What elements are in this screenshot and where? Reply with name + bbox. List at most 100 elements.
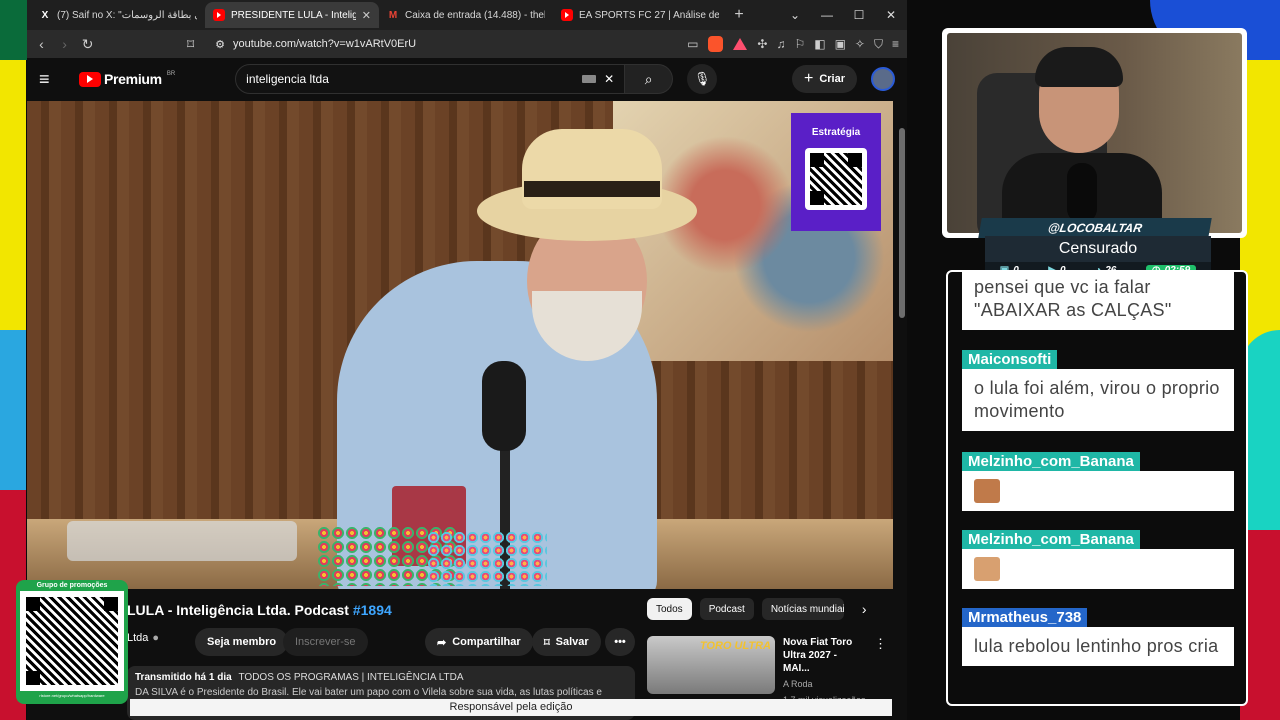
close-window-icon[interactable]: ✕ [875, 8, 907, 22]
bg-stripe [0, 60, 26, 330]
bookmark-icon: ⌑ [544, 636, 550, 649]
more-actions-button[interactable]: ••• [605, 628, 635, 656]
forward-icon[interactable]: › [58, 36, 71, 52]
youtube-page: ≡ Premium BR inteligencia ltda ✕ ⌕ 🎙 + C… [27, 58, 907, 720]
extensions-icon[interactable]: ✣ [757, 37, 767, 52]
verified-icon: ● [152, 632, 160, 644]
video-thumbnail[interactable]: TORO ULTRA [647, 636, 775, 694]
more-vert-icon[interactable]: ⋮ [874, 636, 887, 700]
chat-message: pensei que vc ia falar "ABAIXAR as CALÇA… [962, 272, 1234, 330]
webcam-feed [947, 33, 1242, 233]
hamburger-menu-icon[interactable]: ≡ [39, 69, 69, 90]
sidebar-icon[interactable]: ◧ [814, 37, 825, 52]
chat-message: Maiconsofti o lula foi além, virou o pro… [962, 350, 1234, 431]
save-button[interactable]: ⌑ Salvar [532, 628, 601, 656]
brave-shields-icon[interactable] [708, 36, 724, 52]
search-box[interactable]: inteligencia ltda ✕ [235, 64, 626, 94]
webcam-microphone [1067, 163, 1097, 223]
emote-icon [974, 557, 1000, 581]
bg-stripe [0, 330, 26, 490]
leo-icon[interactable]: ✧ [855, 37, 865, 52]
recommended-title[interactable]: Nova Fiat Toro Ultra 2027 - MAI... [783, 636, 866, 675]
menu-icon[interactable]: ≡ [892, 37, 899, 52]
video-frame-hat [522, 129, 662, 209]
chip-world-news[interactable]: Notícias mundiais [761, 598, 844, 620]
chat-text [962, 471, 1234, 511]
site-info-icon[interactable]: ⚙ [215, 38, 225, 51]
description-meta: Transmitido há 1 dia TODOS OS PROGRAMAS … [135, 672, 627, 683]
video-player[interactable]: Estratégia [27, 101, 893, 589]
vpn-icon[interactable]: ⛉ [874, 37, 883, 52]
reload-icon[interactable]: ↻ [81, 36, 94, 53]
join-button[interactable]: Seja membro [195, 628, 289, 656]
youtube-logo-icon [79, 71, 101, 87]
group-url: rlstore.net/grupo/whatsapp/hardware [39, 693, 105, 698]
brave-rewards-icon[interactable] [733, 38, 748, 50]
sponsor-brand: Estratégia [811, 127, 861, 138]
chip-all[interactable]: Todos [647, 598, 692, 620]
back-icon[interactable]: ‹ [35, 36, 48, 52]
video-frame-microphone [482, 361, 526, 451]
chat-message: Melzinho_com_Banana [962, 530, 1234, 589]
join-label: Seja membro [207, 636, 277, 648]
chat-text: o lula foi além, virou o proprio movimen… [962, 369, 1234, 431]
chat-message: Melzinho_com_Banana [962, 452, 1234, 511]
cast-icon[interactable]: ▭ [687, 37, 698, 51]
region-code: BR [166, 71, 176, 77]
bookmark-icon[interactable]: ⌑ [184, 36, 197, 53]
clear-search-icon[interactable]: ✕ [604, 72, 614, 86]
qr-code [805, 148, 867, 210]
wallet-icon[interactable]: ▣ [835, 37, 846, 52]
chevron-right-icon[interactable]: › [862, 601, 867, 617]
video-frame-hat-band [524, 181, 660, 197]
chip-podcast[interactable]: Podcast [699, 598, 754, 620]
webcam-streamer-hair [1035, 47, 1123, 87]
tab-gmail[interactable]: M Caixa de entrada (14.488) - thebaltar@… [379, 2, 553, 28]
channel-name[interactable]: Ltda ● [127, 632, 159, 644]
tab-youtube-fc[interactable]: EA SPORTS FC 27 | Análise detalhada da C… [553, 2, 727, 28]
address-bar[interactable]: ⚙ youtube.com/watch?v=w1vARtV0ErU [207, 33, 677, 55]
tab-x[interactable]: X (7) Saif no X: "روسي اشترى بطاقة الروس… [31, 2, 205, 28]
youtube-premium-logo[interactable]: Premium BR [79, 71, 175, 87]
video-hashtag[interactable]: #1894 [353, 602, 392, 618]
minimize-icon[interactable]: — [811, 8, 843, 22]
webcam-frame [942, 28, 1247, 238]
stream-date: Transmitido há 1 dia [135, 672, 232, 683]
recommendation-chips: Todos Podcast Notícias mundiais › [647, 598, 867, 620]
create-button[interactable]: + Criar [791, 65, 857, 93]
chat-text [962, 549, 1234, 589]
thumbnail-text: TORO ULTRA [699, 640, 771, 652]
qr-code [20, 591, 124, 691]
new-tab-icon[interactable]: + [727, 6, 751, 24]
video-frame-jar [67, 521, 297, 561]
voice-search-button[interactable]: 🎙 [687, 64, 718, 94]
browser-window: X (7) Saif no X: "روسي اشترى بطاقة الروس… [27, 0, 907, 720]
logo-text: Premium [104, 71, 162, 87]
search-input[interactable]: inteligencia ltda [246, 72, 574, 86]
chat-username: Melzinho_com_Banana [962, 452, 1140, 471]
browser-toolbar: ‹ › ↻ ⌑ ⚙ youtube.com/watch?v=w1vARtV0Er… [27, 30, 907, 58]
share-button[interactable]: ➦ Compartilhar [425, 628, 533, 656]
tab-title: (7) Saif no X: "روسي اشترى بطاقة الروسما… [57, 9, 197, 21]
media-icon[interactable]: ♫ [776, 37, 785, 52]
recommended-channel[interactable]: A Roda [783, 679, 866, 689]
close-tab-icon[interactable]: ✕ [362, 9, 371, 22]
search-button[interactable]: ⌕ [625, 64, 674, 94]
maximize-icon[interactable]: ☐ [843, 8, 875, 22]
page-scrollbar[interactable] [899, 128, 905, 318]
avatar[interactable] [871, 67, 895, 91]
chat-username: Melzinho_com_Banana [962, 530, 1140, 549]
tab-title: EA SPORTS FC 27 | Análise detalhada da C… [579, 9, 719, 21]
sponsor-qr-card[interactable]: Estratégia [791, 113, 881, 231]
subscribe-button[interactable]: Inscrever-se [283, 628, 368, 656]
share-icon: ➦ [437, 636, 447, 649]
subscribe-label: Inscrever-se [295, 636, 356, 648]
tab-search-icon[interactable]: ⌄ [779, 8, 811, 22]
bg-stripe [0, 0, 30, 60]
recommended-video[interactable]: TORO ULTRA Nova Fiat Toro Ultra 2027 - M… [647, 636, 887, 715]
keyboard-icon[interactable] [582, 75, 597, 83]
description-text: DA SILVA é o Presidente do Brasil. Ele v… [135, 687, 602, 698]
group-title: Grupo de promoções [36, 582, 108, 589]
reading-list-icon[interactable]: ⚐ [794, 37, 805, 52]
tab-youtube-lula[interactable]: PRESIDENTE LULA - Inteligência Ltda. ✕ [205, 2, 379, 28]
